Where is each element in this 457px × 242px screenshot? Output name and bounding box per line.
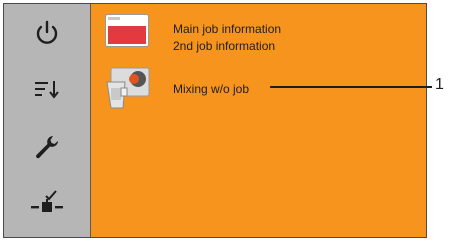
mixing-containers-icon [106, 67, 150, 109]
main-job-info-text[interactable]: Main job information [173, 22, 281, 37]
service-button[interactable] [4, 120, 90, 174]
main-panel: Main job information 2nd job information… [91, 4, 426, 237]
job-card-icon [105, 14, 149, 47]
sort-list-button[interactable] [4, 62, 90, 116]
power-button[interactable] [4, 6, 90, 60]
valve-check-button[interactable] [4, 176, 90, 230]
power-icon [36, 20, 58, 44]
sort-list-icon [35, 81, 59, 99]
mixing-button[interactable] [105, 66, 153, 110]
checked-valve-icon [31, 190, 63, 212]
job-info-button[interactable] [105, 14, 149, 47]
mixing-without-job-text[interactable]: Mixing w/o job [173, 82, 249, 97]
wrench-icon [36, 136, 58, 159]
second-job-info-text[interactable]: 2nd job information [173, 39, 275, 54]
sidebar [4, 4, 91, 237]
callout-leader-line [270, 86, 432, 88]
screen-frame: Main job information 2nd job information… [3, 3, 427, 238]
callout-number: 1 [435, 76, 444, 93]
